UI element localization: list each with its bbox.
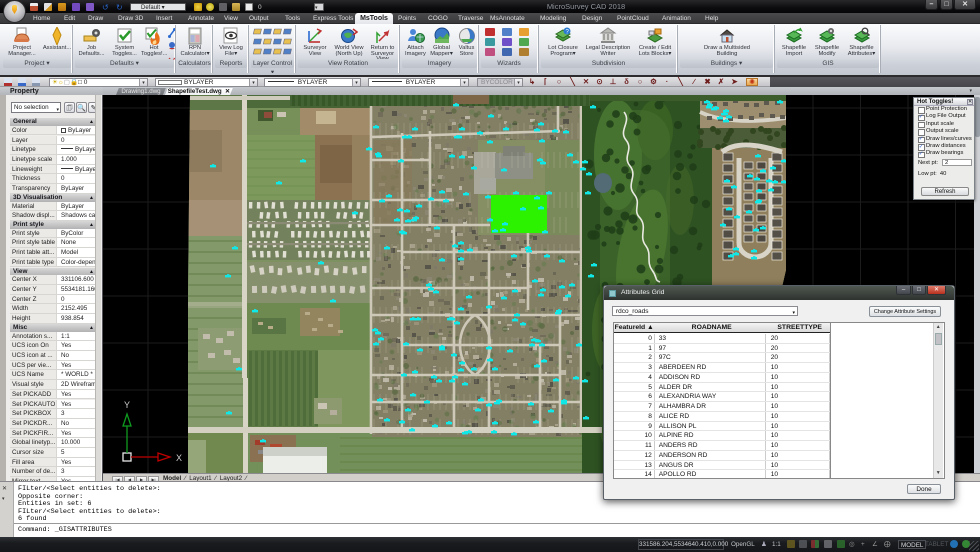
svg-text:X: X (176, 453, 182, 463)
svg-text:Y: Y (124, 400, 130, 410)
